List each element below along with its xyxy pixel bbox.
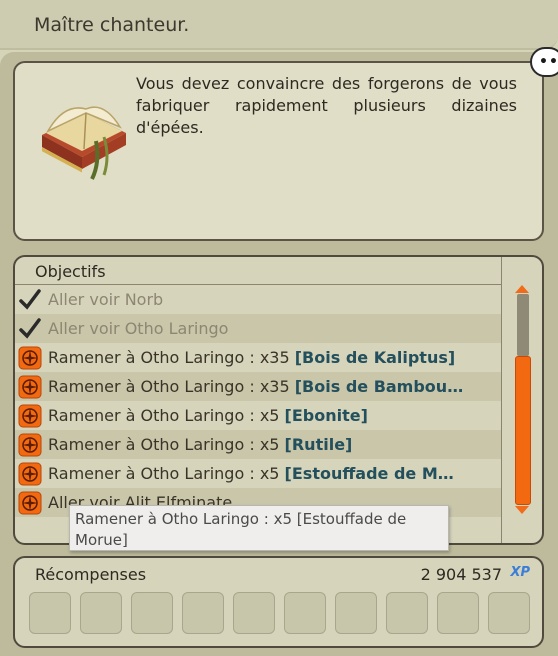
scroll-down-arrow-icon[interactable] (515, 506, 529, 514)
rewards-box: Récompenses 2 904 537 XP (13, 556, 544, 648)
objective-row[interactable]: Ramener à Otho Laringo : x35 [Bois de Ka… (15, 343, 501, 372)
scroll-up-arrow-icon[interactable] (515, 285, 529, 293)
compass-icon[interactable] (18, 375, 42, 399)
objective-text: Ramener à Otho Laringo : x5 (48, 464, 285, 483)
quest-description: Vous devez convaincre des forgerons de v… (136, 74, 517, 137)
quest-book-icon (42, 106, 126, 180)
objective-item-link[interactable]: [Bois de Kaliptus] (295, 348, 455, 367)
quest-description-box: Vous devez convaincre des forgerons de v… (13, 61, 544, 241)
objective-row[interactable]: Ramener à Otho Laringo : x5 [Rutile] (15, 430, 501, 459)
reward-slot[interactable] (386, 592, 428, 634)
reward-slots (29, 592, 534, 636)
objective-text: Aller voir Otho Laringo (48, 319, 229, 338)
reward-slot[interactable] (488, 592, 530, 634)
scrollbar-thumb[interactable] (515, 356, 531, 505)
objective-text: Ramener à Otho Laringo : x35 (48, 348, 295, 367)
objective-item-link[interactable]: [Estouffade de M… (285, 464, 454, 483)
chat-bubble-button[interactable]: ••• (530, 47, 558, 77)
reward-slot[interactable] (284, 592, 326, 634)
rewards-header: Récompenses (35, 565, 147, 584)
reward-slot[interactable] (29, 592, 71, 634)
scrollbar-track[interactable] (517, 294, 529, 356)
objective-row[interactable]: Ramener à Otho Laringo : x35 [Bois de Ba… (15, 372, 501, 401)
objective-text: Ramener à Otho Laringo : x5 (48, 435, 285, 454)
reward-slot[interactable] (335, 592, 377, 634)
reward-slot[interactable] (182, 592, 224, 634)
objective-text: Ramener à Otho Laringo : x35 (48, 377, 295, 396)
xp-value: 2 904 537 (420, 565, 502, 584)
objectives-header: Objectifs (35, 262, 106, 281)
objectives-box: Objectifs Aller voir Norb Aller voir Oth… (13, 255, 544, 545)
compass-icon[interactable] (18, 462, 42, 486)
compass-icon[interactable] (18, 346, 42, 370)
objective-row[interactable]: Ramener à Otho Laringo : x5 [Estouffade … (15, 459, 501, 488)
compass-icon[interactable] (18, 404, 42, 428)
ellipsis-icon: ••• (539, 54, 558, 70)
objective-item-link[interactable]: [Rutile] (285, 435, 353, 454)
quest-title: Maître chanteur. (34, 14, 190, 36)
xp-icon: XP (510, 565, 530, 580)
compass-icon[interactable] (18, 491, 42, 515)
scroll-divider (501, 257, 502, 543)
objective-row[interactable]: Aller voir Norb (15, 285, 501, 314)
objective-row[interactable]: Aller voir Otho Laringo (15, 314, 501, 343)
objective-tooltip: Ramener à Otho Laringo : x5 [Estouffade … (69, 505, 449, 551)
objective-item-link[interactable]: [Ebonite] (285, 406, 368, 425)
objective-text: Ramener à Otho Laringo : x5 (48, 406, 285, 425)
checkmark-icon (19, 318, 41, 339)
reward-slot[interactable] (233, 592, 275, 634)
objective-text: Aller voir Norb (48, 290, 164, 309)
objective-row[interactable]: Ramener à Otho Laringo : x5 [Ebonite] (15, 401, 501, 430)
reward-slot[interactable] (437, 592, 479, 634)
checkmark-icon (19, 289, 41, 310)
quest-title-bar: Maître chanteur. (0, 0, 558, 50)
objective-item-link[interactable]: [Bois de Bambou… (295, 377, 463, 396)
reward-slot[interactable] (80, 592, 122, 634)
reward-slot[interactable] (131, 592, 173, 634)
compass-icon[interactable] (18, 433, 42, 457)
